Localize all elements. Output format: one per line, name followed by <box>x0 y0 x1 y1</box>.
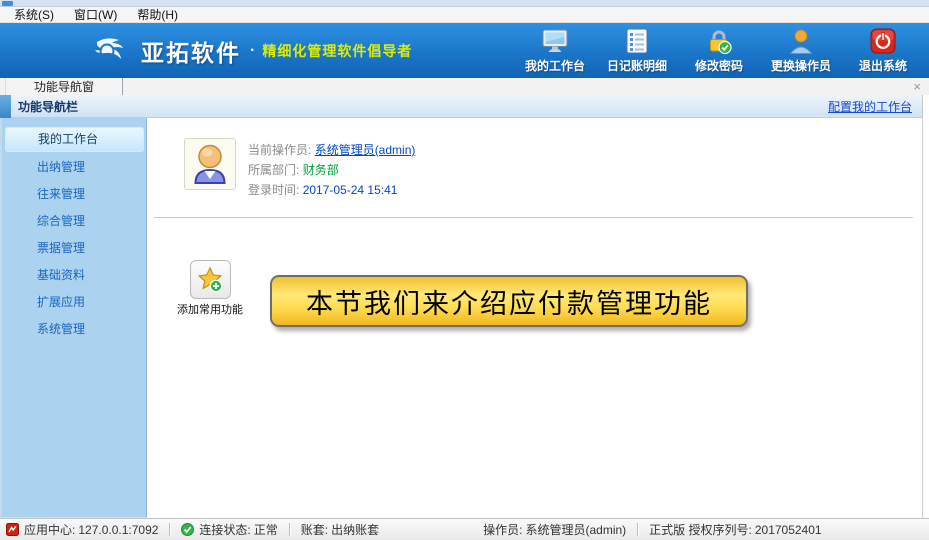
sidebar-nav: 我的工作台 出纳管理 往来管理 综合管理 票据管理 基础资料 扩展应用 系统管理 <box>0 118 147 518</box>
status-value: 正常 <box>254 521 278 538</box>
app-window: 系统(S) 窗口(W) 帮助(H) 亚拓软件 · 精细化管理软件倡导者 <box>0 0 929 540</box>
status-separator <box>289 523 290 536</box>
workbench-monitor-icon <box>542 28 568 54</box>
login-time-label: 登录时间: <box>248 183 299 197</box>
status-connection: 连接状态: 正常 <box>181 521 277 538</box>
add-favorite-label: 添加常用功能 <box>177 301 243 317</box>
status-separator <box>637 523 638 536</box>
sidebar-item-comprehensive-management[interactable]: 综合管理 <box>2 208 146 235</box>
app-center-icon <box>6 523 19 536</box>
status-label: 正式版 授权序列号: <box>649 521 752 538</box>
status-operator: 操作员: 系统管理员(admin) <box>483 521 626 538</box>
toolbar-label: 日记账明细 <box>607 57 667 74</box>
app-window-icon <box>2 1 13 6</box>
sidebar-item-extended-apps[interactable]: 扩展应用 <box>2 289 146 316</box>
titlebar <box>0 0 929 7</box>
brand-separator: · <box>250 42 255 60</box>
sidebar-item-my-workbench[interactable]: 我的工作台 <box>5 127 144 152</box>
configure-workbench-link[interactable]: 配置我的工作台 <box>828 98 912 115</box>
content-area: 当前操作员: 系统管理员(admin) 所属部门: 财务部 登录时间: 2017… <box>147 118 922 518</box>
add-favorite-button[interactable]: 添加常用功能 <box>177 260 243 317</box>
toolbar-label: 更换操作员 <box>771 57 831 74</box>
user-info-rows: 当前操作员: 系统管理员(admin) 所属部门: 财务部 登录时间: 2017… <box>248 138 415 200</box>
status-account-set: 账套: 出纳账套 <box>301 521 379 538</box>
menu-system[interactable]: 系统(S) <box>4 6 64 23</box>
tab-function-navigator[interactable]: 功能导航窗 <box>5 78 123 95</box>
menu-bar: 系统(S) 窗口(W) 帮助(H) <box>0 7 929 23</box>
status-separator <box>169 523 170 536</box>
status-app-center: 应用中心: 127.0.0.1:7092 <box>6 521 158 538</box>
panel-accent-bar <box>0 95 11 118</box>
tab-strip: 功能导航窗 × <box>0 78 929 95</box>
status-value: 127.0.0.1:7092 <box>78 523 158 537</box>
department-row: 所属部门: 财务部 <box>248 160 415 180</box>
close-icon[interactable]: × <box>913 79 921 94</box>
brand-swoosh-icon <box>93 36 127 66</box>
toolbar-label: 修改密码 <box>695 57 743 74</box>
toolbar-my-workbench[interactable]: 我的工作台 <box>524 28 586 74</box>
brand-logo: 亚拓软件 · 精细化管理软件倡导者 <box>93 34 412 68</box>
user-avatar-icon <box>188 142 232 186</box>
sidebar-item-bill-management[interactable]: 票据管理 <box>2 235 146 262</box>
status-label: 账套: <box>301 521 328 538</box>
operator-value: 系统管理员(admin) <box>315 143 416 157</box>
sidebar-item-current-management[interactable]: 往来管理 <box>2 181 146 208</box>
connection-ok-icon <box>181 523 194 536</box>
exit-power-icon <box>870 28 896 54</box>
department-label: 所属部门: <box>248 163 299 177</box>
status-bar: 应用中心: 127.0.0.1:7092 连接状态: 正常 账套: 出纳账套 操… <box>0 518 929 540</box>
app-header: 亚拓软件 · 精细化管理软件倡导者 我的工作台 <box>0 23 929 78</box>
main-body: 我的工作台 出纳管理 往来管理 综合管理 票据管理 基础资料 扩展应用 系统管理 <box>0 118 923 518</box>
status-license: 正式版 授权序列号: 2017052401 <box>649 521 821 538</box>
section-divider <box>154 217 913 218</box>
page-title: 功能导航栏 <box>18 98 78 115</box>
brand-name: 亚拓软件 <box>141 34 241 68</box>
toolbar-change-password[interactable]: 修改密码 <box>688 28 750 74</box>
avatar <box>184 138 236 190</box>
actions-row: 添加常用功能 本节我们来介绍应付款管理功能 <box>177 260 922 327</box>
sidebar-item-system-management[interactable]: 系统管理 <box>2 316 146 343</box>
status-label: 连接状态: <box>199 521 250 538</box>
status-value: 2017052401 <box>755 523 822 537</box>
header-toolbar: 我的工作台 日记账明细 修改密码 <box>524 28 914 74</box>
status-label: 应用中心: <box>24 521 75 538</box>
operator-label: 当前操作员: <box>248 143 311 157</box>
menu-window[interactable]: 窗口(W) <box>64 6 127 23</box>
panel-header: 功能导航栏 配置我的工作台 <box>0 95 923 118</box>
status-label: 操作员: <box>483 521 522 538</box>
login-time-row: 登录时间: 2017-05-24 15:41 <box>248 180 415 200</box>
status-value: 系统管理员(admin) <box>525 521 626 538</box>
tutorial-banner-text: 本节我们来介绍应付款管理功能 <box>306 282 712 321</box>
brand-slogan: 精细化管理软件倡导者 <box>262 41 412 61</box>
change-password-lock-icon <box>706 28 732 54</box>
toolbar-label: 退出系统 <box>859 57 907 74</box>
switch-operator-user-icon <box>788 28 814 54</box>
sidebar-item-cashier-management[interactable]: 出纳管理 <box>2 154 146 181</box>
operator-row: 当前操作员: 系统管理员(admin) <box>248 140 415 160</box>
sidebar-item-basic-data[interactable]: 基础资料 <box>2 262 146 289</box>
journal-detail-icon <box>624 28 650 54</box>
toolbar-exit-system[interactable]: 退出系统 <box>852 28 914 74</box>
department-value: 财务部 <box>303 163 339 177</box>
star-plus-icon <box>197 266 224 293</box>
toolbar-label: 我的工作台 <box>525 57 585 74</box>
login-time-value: 2017-05-24 15:41 <box>303 183 398 197</box>
menu-help[interactable]: 帮助(H) <box>127 6 188 23</box>
tutorial-banner: 本节我们来介绍应付款管理功能 <box>270 275 748 327</box>
toolbar-switch-operator[interactable]: 更换操作员 <box>770 28 832 74</box>
current-user-info: 当前操作员: 系统管理员(admin) 所属部门: 财务部 登录时间: 2017… <box>184 138 922 200</box>
status-value: 出纳账套 <box>331 521 379 538</box>
add-favorite-icon-box <box>190 260 231 299</box>
toolbar-journal-detail[interactable]: 日记账明细 <box>606 28 668 74</box>
